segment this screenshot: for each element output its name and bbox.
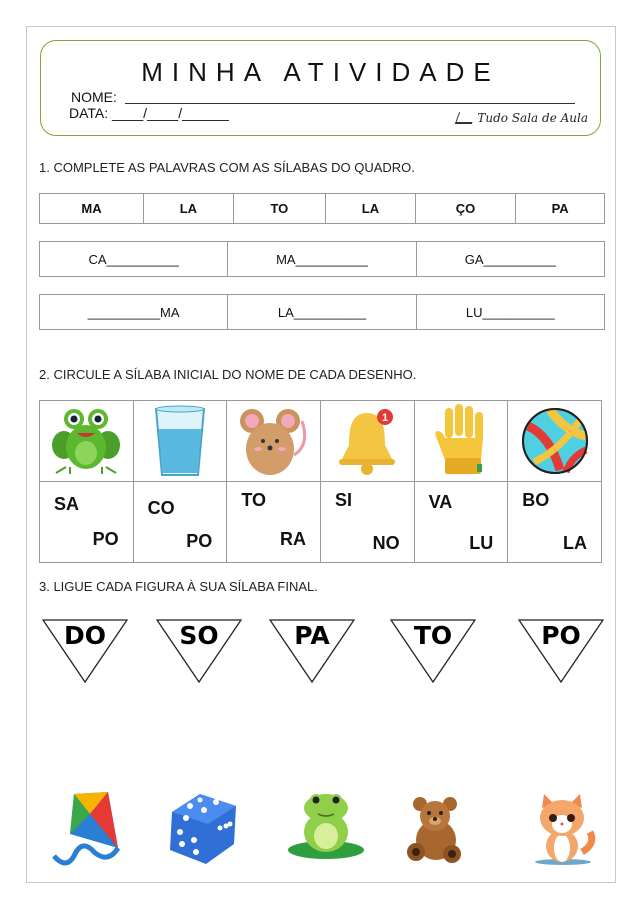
picture-cell — [413, 400, 509, 482]
syllable-option[interactable]: CO — [148, 498, 175, 519]
notification-badge: 1 — [382, 412, 388, 424]
logo-text: Tudo Sala de Aula — [477, 111, 588, 125]
syllable-option[interactable]: RA — [280, 529, 306, 550]
teddy-bear-icon[interactable] — [406, 796, 464, 864]
word-blank[interactable]: LU__________ — [415, 294, 606, 330]
word-blank[interactable]: GA__________ — [415, 241, 606, 277]
bell-icon: 1 — [339, 409, 396, 475]
word-completion-row-2: __________MA LA__________ LU__________ — [38, 294, 606, 330]
syllable-choice-cell: SI NO — [319, 481, 415, 563]
syllable-option[interactable]: TO — [241, 490, 266, 511]
syllable-cell: MA — [39, 193, 144, 224]
syllable-cell: LA — [142, 193, 234, 224]
syllable-cell: PA — [515, 193, 605, 224]
mouse-icon — [239, 409, 306, 475]
picture-cell — [132, 400, 228, 482]
syllable-table: MA LA TO LA ÇO PA — [39, 193, 605, 224]
syllable-cell: LA — [325, 193, 416, 224]
syllable-cell: TO — [232, 193, 327, 224]
word-completion-row-1: CA__________ MA__________ GA__________ — [38, 241, 606, 277]
name-field[interactable] — [125, 103, 575, 104]
word-blank[interactable]: CA__________ — [38, 241, 229, 277]
picture-cell: 1 — [319, 400, 415, 482]
triangle-syllable: PA — [294, 621, 330, 650]
frog-icon — [52, 409, 121, 474]
syllable-option[interactable]: PO — [93, 529, 119, 550]
triangle-syllable: PO — [541, 621, 581, 650]
question-2-instruction: 2. CIRCULE A SÍLABA INICIAL DO NOME DE C… — [39, 367, 417, 382]
syllable-option[interactable]: NO — [373, 533, 400, 554]
syllable-choice-cell: SA PO — [39, 481, 134, 563]
triangle-syllable: TO — [413, 621, 453, 650]
triangle-syllable: DO — [63, 621, 106, 650]
syllable-option[interactable]: VA — [429, 492, 453, 513]
syllable-choice-cell: TO RA — [226, 481, 321, 563]
frog-on-lily-pad-icon[interactable] — [288, 790, 364, 860]
picture-cell — [226, 400, 321, 482]
name-label: NOME: — [71, 89, 117, 105]
page-title: MINHA ATIVIDADE — [141, 57, 500, 87]
word-blank[interactable]: LA__________ — [227, 294, 417, 330]
syllable-option[interactable]: SI — [335, 490, 352, 511]
header-box: MINHA ATIVIDADE NOME: DATA: ____/____/__… — [40, 40, 601, 136]
ball-icon — [521, 407, 588, 474]
syllable-option[interactable]: LU — [469, 533, 493, 554]
question-1-instruction: 1. COMPLETE AS PALAVRAS COM AS SÍLABAS D… — [39, 160, 415, 175]
question-3-instruction: 3. LIGUE CADA FIGURA À SUA SÍLABA FINAL. — [39, 579, 318, 594]
cat-icon[interactable] — [530, 794, 596, 866]
glass-of-water-icon — [154, 405, 206, 476]
syllable-choice-cell: VA LU — [413, 481, 509, 563]
syllable-triangle[interactable]: TO — [389, 619, 477, 684]
brand-logo: Tudo Sala de Aula — [455, 111, 588, 125]
syllable-option[interactable]: BO — [522, 490, 549, 511]
syllable-cell: ÇO — [414, 193, 517, 224]
syllable-triangle[interactable]: PO — [517, 619, 605, 684]
syllable-triangle[interactable]: PA — [268, 619, 356, 684]
word-blank[interactable]: MA__________ — [227, 241, 417, 277]
syllable-option[interactable]: PO — [186, 531, 212, 552]
picture-cell — [507, 400, 602, 482]
dice-icon[interactable] — [166, 790, 240, 866]
word-blank[interactable]: __________MA — [38, 294, 229, 330]
syllable-choice-cell: CO PO — [132, 481, 228, 563]
glove-icon — [434, 404, 483, 474]
kite-icon[interactable] — [52, 790, 122, 868]
syllable-option[interactable]: LA — [563, 533, 587, 554]
book-icon — [455, 112, 477, 124]
picture-cell — [39, 400, 134, 482]
picture-syllable-grid: 1 SA PO CO PO TO RA SI NO VA LU BO LA — [39, 400, 602, 563]
syllable-triangle[interactable]: SO — [155, 619, 243, 684]
triangle-syllable: SO — [179, 621, 219, 650]
syllable-triangle[interactable]: DO — [41, 619, 129, 684]
syllable-option[interactable]: SA — [54, 494, 79, 515]
syllable-choice-cell: BO LA — [507, 481, 602, 563]
date-field[interactable]: DATA: ____/____/______ — [69, 105, 229, 121]
